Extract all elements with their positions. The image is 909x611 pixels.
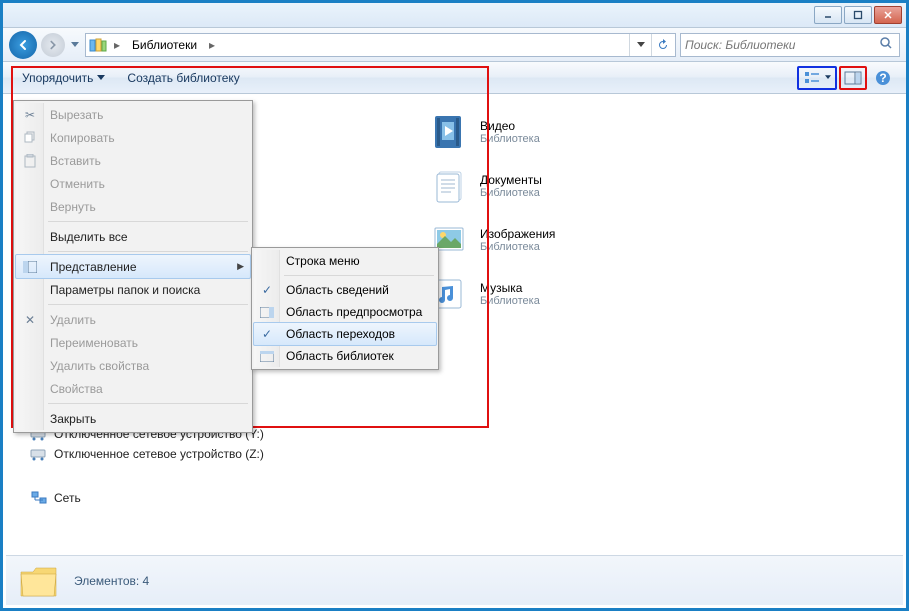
library-name: Видео <box>480 119 540 133</box>
menu-item-delete[interactable]: ✕Удалить <box>16 308 250 331</box>
svg-text:?: ? <box>879 71 886 85</box>
organize-menu: ✂Вырезать Копировать Вставить Отменить В… <box>13 100 253 433</box>
library-item-pictures[interactable]: ИзображенияБиблиотека <box>428 213 903 267</box>
address-bar[interactable]: ▸ Библиотеки ▸ <box>85 33 676 57</box>
menu-item-close[interactable]: Закрыть <box>16 407 250 430</box>
breadcrumb-separator[interactable]: ▸ <box>108 38 126 52</box>
history-dropdown[interactable] <box>69 35 81 55</box>
library-name: Документы <box>480 173 542 187</box>
title-bar <box>3 3 906 28</box>
back-button[interactable] <box>9 31 37 59</box>
check-icon: ✓ <box>259 282 275 298</box>
submenu-item-navigation-pane[interactable]: ✓Область переходов <box>253 322 437 346</box>
status-text: Элементов: 4 <box>74 574 149 588</box>
menu-item-properties[interactable]: Свойства <box>16 377 250 400</box>
window-controls <box>814 6 902 24</box>
tree-item-drive-z[interactable]: Отключенное сетевое устройство (Z:) <box>30 444 264 464</box>
menu-item-layout[interactable]: Представление▶ <box>15 254 251 279</box>
search-icon[interactable] <box>879 36 895 53</box>
tree-item-network[interactable]: Сеть <box>30 488 264 508</box>
view-options-button[interactable] <box>797 66 837 90</box>
refresh-button[interactable] <box>651 34 673 56</box>
submenu-arrow-icon: ▶ <box>237 261 244 272</box>
menu-item-rename[interactable]: Переименовать <box>16 331 250 354</box>
network-icon <box>30 490 48 506</box>
pane-icon <box>259 304 275 320</box>
paste-icon <box>22 153 38 169</box>
submenu-item-menu-bar[interactable]: Строка меню <box>254 250 436 272</box>
library-subtitle: Библиотека <box>480 295 540 307</box>
navigation-bar: ▸ Библиотеки ▸ <box>3 28 906 62</box>
close-button[interactable] <box>874 6 902 24</box>
libraries-icon <box>88 36 108 54</box>
preview-pane-button[interactable] <box>839 66 867 90</box>
menu-item-folder-options[interactable]: Параметры папок и поиска <box>16 278 250 301</box>
address-dropdown[interactable] <box>629 34 651 56</box>
library-item-music[interactable]: МузыкаБиблиотека <box>428 267 903 321</box>
breadcrumb-item[interactable]: Библиотеки <box>126 38 203 52</box>
details-pane: Элементов: 4 <box>6 555 903 605</box>
maximize-button[interactable] <box>844 6 872 24</box>
menu-item-remove-properties[interactable]: Удалить свойства <box>16 354 250 377</box>
menu-item-cut[interactable]: ✂Вырезать <box>16 103 250 126</box>
command-bar: Упорядочить Создать библиотеку ? <box>3 62 906 94</box>
copy-icon <box>22 130 38 146</box>
library-name: Музыка <box>480 281 540 295</box>
new-library-button[interactable]: Создать библиотеку <box>116 66 250 90</box>
library-item-video[interactable]: ВидеоБиблиотека <box>428 105 903 159</box>
search-box[interactable] <box>680 33 900 57</box>
submenu-item-preview-pane[interactable]: Область предпросмотра <box>254 301 436 323</box>
library-subtitle: Библиотека <box>480 241 555 253</box>
forward-button[interactable] <box>41 33 65 57</box>
libraries-status-icon <box>18 562 60 600</box>
delete-icon: ✕ <box>22 312 38 328</box>
library-name: Изображения <box>480 227 555 241</box>
layout-icon <box>22 259 38 275</box>
menu-item-paste[interactable]: Вставить <box>16 149 250 172</box>
minimize-button[interactable] <box>814 6 842 24</box>
breadcrumb-separator[interactable]: ▸ <box>203 38 221 52</box>
organize-button[interactable]: Упорядочить <box>11 66 116 90</box>
library-subtitle: Библиотека <box>480 187 542 199</box>
layout-submenu: Строка меню ✓Область сведений Область пр… <box>251 247 439 370</box>
network-drive-icon <box>30 446 48 462</box>
library-item-documents[interactable]: ДокументыБиблиотека <box>428 159 903 213</box>
menu-item-select-all[interactable]: Выделить все <box>16 225 250 248</box>
menu-item-copy[interactable]: Копировать <box>16 126 250 149</box>
menu-item-undo[interactable]: Отменить <box>16 172 250 195</box>
check-icon: ✓ <box>259 326 275 342</box>
video-library-icon <box>428 111 470 153</box>
help-button[interactable]: ? <box>869 66 897 90</box>
submenu-item-library-pane[interactable]: Область библиотек <box>254 345 436 367</box>
library-subtitle: Библиотека <box>480 133 540 145</box>
submenu-item-details-pane[interactable]: ✓Область сведений <box>254 279 436 301</box>
cut-icon: ✂ <box>22 107 38 123</box>
search-input[interactable] <box>685 38 879 52</box>
navigation-tree-partial: Отключенное сетевое устройство (Y:) Откл… <box>30 424 264 508</box>
menu-item-redo[interactable]: Вернуть <box>16 195 250 218</box>
pane-icon <box>259 348 275 364</box>
documents-library-icon <box>428 165 470 207</box>
